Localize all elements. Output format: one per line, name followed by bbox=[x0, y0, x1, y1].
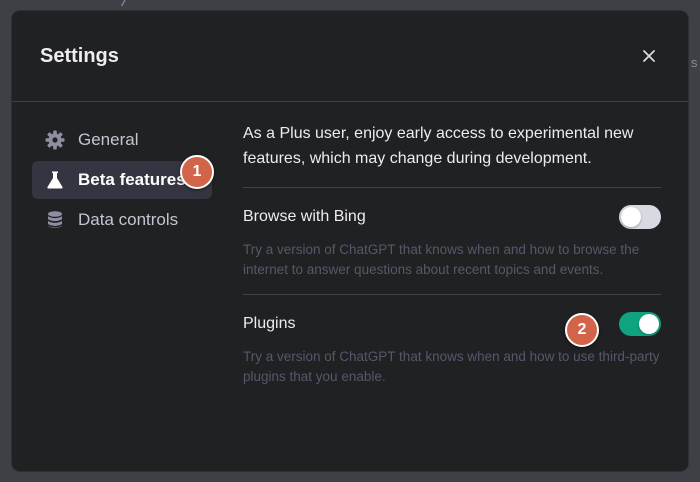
sidebar-item-label: Data controls bbox=[78, 210, 179, 229]
sidebar-item-general[interactable]: General bbox=[32, 121, 212, 159]
feature-description: Try a version of ChatGPT that knows when… bbox=[243, 349, 660, 384]
plugins-toggle[interactable] bbox=[619, 312, 661, 336]
database-icon bbox=[44, 209, 66, 231]
feature-header: Browse with Bing bbox=[243, 204, 661, 230]
gear-icon bbox=[44, 129, 66, 151]
flask-icon bbox=[44, 169, 66, 191]
backdrop-code-text: /** bbox=[120, 0, 152, 11]
close-icon bbox=[643, 50, 655, 62]
backdrop-right-text: s bbox=[690, 56, 698, 71]
feature-name: Browse with Bing bbox=[243, 208, 366, 225]
feature-description: Try a version of ChatGPT that knows when… bbox=[243, 242, 640, 277]
dialog-title: Settings bbox=[40, 45, 119, 67]
feature-name: Plugins bbox=[243, 315, 296, 332]
toggle-knob bbox=[639, 314, 659, 334]
dialog-header: Settings bbox=[12, 11, 688, 102]
browse-with-bing-toggle[interactable] bbox=[619, 205, 661, 229]
toggle-knob bbox=[621, 207, 641, 227]
annotation-badge-1: 1 bbox=[180, 155, 214, 189]
sidebar-item-label: Beta features bbox=[78, 170, 186, 189]
settings-dialog: Settings General Beta features Data cont… bbox=[12, 11, 688, 471]
close-button[interactable] bbox=[638, 45, 660, 67]
feature-browse-with-bing: Browse with Bing Try a version of ChatGP… bbox=[243, 188, 661, 294]
annotation-badge-2: 2 bbox=[565, 313, 599, 347]
beta-features-panel: As a Plus user, enjoy early access to ex… bbox=[243, 121, 661, 401]
sidebar-item-data-controls[interactable]: Data controls bbox=[32, 201, 212, 239]
intro-text: As a Plus user, enjoy early access to ex… bbox=[243, 121, 661, 188]
sidebar-item-label: General bbox=[78, 130, 139, 149]
feature-plugins: Plugins Try a version of ChatGPT that kn… bbox=[243, 294, 661, 401]
